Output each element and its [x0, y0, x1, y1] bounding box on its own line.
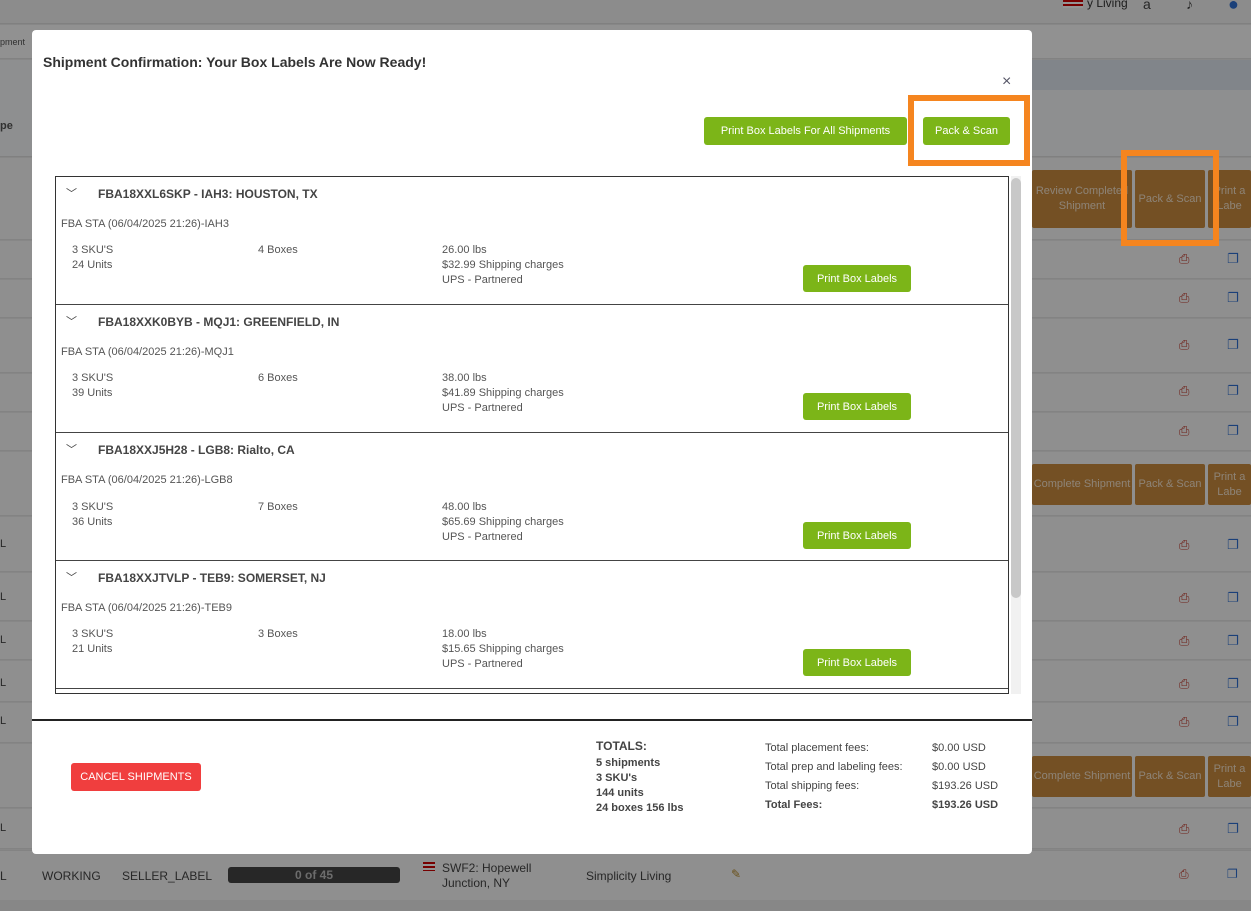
placement-fees-label: Total placement fees: — [765, 742, 869, 754]
cancel-shipments-button[interactable]: CANCEL SHIPMENTS — [71, 763, 201, 791]
scrollbar-thumb[interactable] — [1011, 178, 1021, 598]
carrier: UPS - Partnered — [442, 274, 523, 286]
carrier: UPS - Partnered — [442, 658, 523, 670]
shipment-card: ﹀ FBA18XXJTVLP - TEB9: SOMERSET, NJ FBA … — [56, 561, 1008, 689]
placement-fees-value: $0.00 USD — [932, 742, 986, 754]
shipment-subtitle: FBA STA (06/04/2025 21:26)-IAH3 — [61, 218, 229, 230]
shipment-subtitle: FBA STA (06/04/2025 21:26)-LGB8 — [61, 474, 233, 486]
totals-heading: TOTALS: — [596, 739, 647, 753]
totals-boxes-weight: 24 boxes 156 lbs — [596, 802, 684, 814]
print-box-labels-button[interactable]: Print Box Labels — [803, 522, 911, 549]
shipping-charges: $65.69 Shipping charges — [442, 516, 564, 528]
shipment-card: ﹀ FBA18XXJ5H28 - LGB8: Rialto, CA FBA ST… — [56, 433, 1008, 561]
box-count: 3 Boxes — [258, 628, 298, 640]
shipment-title: FBA18XXL6SKP - IAH3: HOUSTON, TX — [98, 187, 318, 201]
shipment-card: ﹀ FBA18XXK0BYB - MQJ1: GREENFIELD, IN FB… — [56, 305, 1008, 433]
footer-divider — [32, 719, 1032, 721]
weight: 26.00 lbs — [442, 244, 487, 256]
sku-count: 3 SKU'S — [72, 628, 114, 640]
sku-count: 3 SKU'S — [72, 501, 114, 513]
weight: 48.00 lbs — [442, 501, 487, 513]
shipment-card: ﹀ FBA18XXL6SKP - IAH3: HOUSTON, TX FBA S… — [56, 177, 1008, 305]
prep-fees-label: Total prep and labeling fees: — [765, 761, 903, 773]
prep-fees-value: $0.00 USD — [932, 761, 986, 773]
modal-title: Shipment Confirmation: Your Box Labels A… — [43, 54, 427, 70]
shipping-charges: $41.89 Shipping charges — [442, 387, 564, 399]
print-box-labels-button[interactable]: Print Box Labels — [803, 265, 911, 292]
totals-shipments: 5 shipments — [596, 757, 661, 769]
unit-count: 24 Units — [72, 259, 113, 271]
sku-count: 3 SKU'S — [72, 244, 114, 256]
print-all-box-labels-button[interactable]: Print Box Labels For All Shipments — [704, 117, 907, 145]
sku-count: 3 SKU'S — [72, 372, 114, 384]
chevron-down-icon[interactable]: ﹀ — [66, 569, 77, 585]
shipment-subtitle: FBA STA (06/04/2025 21:26)-MQJ1 — [61, 346, 234, 358]
carrier: UPS - Partnered — [442, 402, 523, 414]
unit-count: 36 Units — [72, 516, 113, 528]
chevron-down-icon[interactable]: ﹀ — [66, 313, 77, 329]
pack-scan-highlight-box — [1121, 150, 1219, 246]
shipment-title: FBA18XXK0BYB - MQJ1: GREENFIELD, IN — [98, 315, 340, 329]
unit-count: 21 Units — [72, 643, 113, 655]
shipment-title: FBA18XXJTVLP - TEB9: SOMERSET, NJ — [98, 571, 326, 585]
carrier: UPS - Partnered — [442, 531, 523, 543]
totals-units: 144 units — [596, 787, 644, 799]
totals-skus: 3 SKU's — [596, 772, 638, 784]
weight: 18.00 lbs — [442, 628, 487, 640]
shipping-charges: $15.65 Shipping charges — [442, 643, 564, 655]
shipment-title: FBA18XXJ5H28 - LGB8: Rialto, CA — [98, 443, 295, 457]
print-box-labels-button[interactable]: Print Box Labels — [803, 393, 911, 420]
shipment-confirmation-modal: Shipment Confirmation: Your Box Labels A… — [32, 30, 1032, 854]
shipment-list[interactable]: ﹀ FBA18XXL6SKP - IAH3: HOUSTON, TX FBA S… — [55, 176, 1009, 694]
total-fees-label: Total Fees: — [765, 799, 823, 811]
shipping-fees-label: Total shipping fees: — [765, 780, 860, 792]
unit-count: 39 Units — [72, 387, 113, 399]
box-count: 6 Boxes — [258, 372, 298, 384]
close-icon[interactable]: × — [1002, 73, 1011, 91]
weight: 38.00 lbs — [442, 372, 487, 384]
box-count: 4 Boxes — [258, 244, 298, 256]
shipping-charges: $32.99 Shipping charges — [442, 259, 564, 271]
shipping-fees-value: $193.26 USD — [932, 780, 999, 792]
total-fees-value: $193.26 USD — [932, 799, 999, 811]
pack-scan-highlight-box — [908, 95, 1030, 166]
print-box-labels-button[interactable]: Print Box Labels — [803, 649, 911, 676]
shipment-subtitle: FBA STA (06/04/2025 21:26)-TEB9 — [61, 602, 233, 614]
chevron-down-icon[interactable]: ﹀ — [66, 185, 77, 201]
box-count: 7 Boxes — [258, 501, 298, 513]
chevron-down-icon[interactable]: ﹀ — [66, 441, 77, 457]
